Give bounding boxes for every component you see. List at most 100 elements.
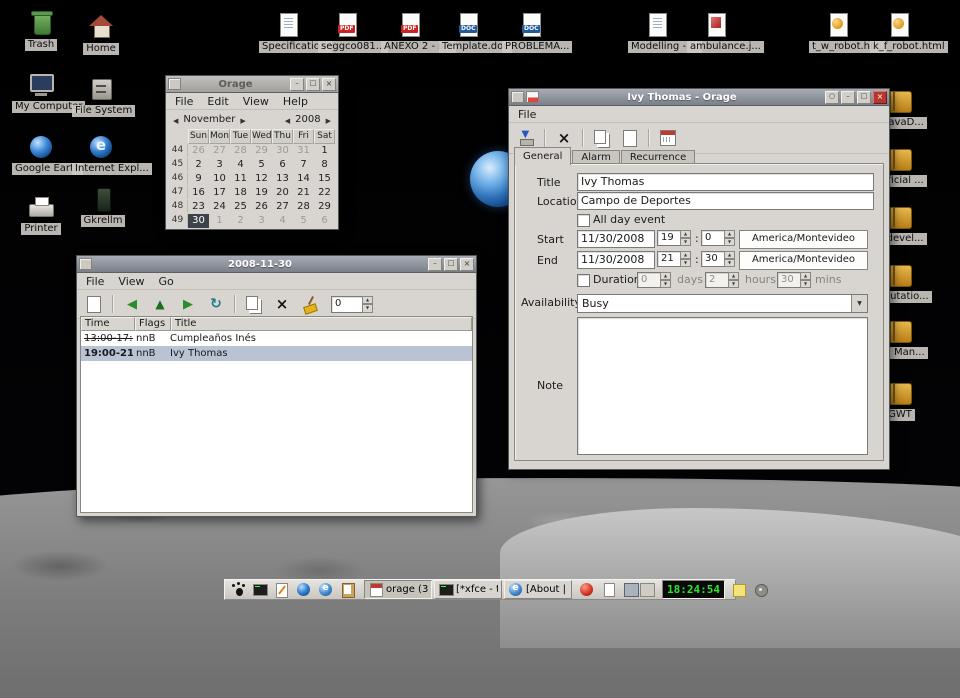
duration-hours-spinner[interactable]: 2 (705, 272, 739, 288)
terminal-button[interactable] (250, 581, 270, 599)
minimize-button[interactable] (290, 78, 304, 91)
calendar-day-18[interactable]: 18 (230, 186, 251, 200)
spin-up-icon[interactable] (660, 272, 671, 280)
task-button-about-pi[interactable]: [About | Pi... (504, 580, 572, 599)
desktop-icon-modelling[interactable]: Modelling - ... (628, 12, 686, 57)
dropdown-arrow-icon[interactable] (851, 295, 867, 312)
task-button-xfce-the[interactable]: [*xfce - the... (434, 580, 502, 599)
tab-general[interactable]: General (514, 147, 571, 165)
close-button[interactable] (873, 91, 887, 104)
calendar-day-19[interactable]: 19 (251, 186, 272, 200)
spin-up-icon[interactable] (724, 230, 735, 238)
desktop-icon-specificatio[interactable]: Specificatio... (259, 12, 317, 57)
spin-up-icon[interactable] (680, 230, 691, 238)
menu-edit[interactable]: Edit (200, 95, 235, 108)
plugin-button[interactable] (751, 581, 771, 599)
desktop-icon-t-w-robot-ht[interactable]: t_w_robot.ht... (809, 12, 867, 57)
copy-button[interactable] (241, 292, 267, 316)
previous-day-button[interactable] (119, 292, 145, 316)
desktop-icon-home[interactable]: Home (72, 14, 130, 59)
calendar-day-8[interactable]: 8 (314, 158, 335, 172)
spin-down-icon[interactable] (362, 304, 373, 313)
desktop-icon-template-doc[interactable]: Template.doc (439, 12, 497, 57)
calendar-day-27[interactable]: 27 (209, 144, 230, 158)
column-header-flags[interactable]: Flags (135, 317, 171, 331)
calendar-day-21[interactable]: 21 (293, 186, 314, 200)
calendar-day-25[interactable]: 25 (230, 200, 251, 214)
minimize-button[interactable] (428, 258, 442, 271)
desktop-icon-ambulance-j[interactable]: ambulance.j... (687, 12, 745, 57)
calendar-day-31[interactable]: 31 (293, 144, 314, 158)
extra-days-spinner[interactable]: 0 (331, 296, 373, 313)
desktop-icon-trash[interactable]: Trash (12, 10, 70, 55)
spin-down-icon[interactable] (724, 238, 735, 246)
calendar-day-5[interactable]: 5 (293, 214, 314, 228)
refresh-button[interactable] (203, 292, 229, 316)
desktop-icon-seggco081[interactable]: seggco081... (318, 12, 376, 57)
desktop-icon-gkrellm[interactable]: Gkrellm (74, 186, 132, 231)
spin-up-icon[interactable] (800, 272, 811, 280)
minimize-button[interactable] (841, 91, 855, 104)
start-minute-spinner[interactable]: 0 (701, 230, 735, 246)
column-header-title[interactable]: Title (171, 317, 472, 331)
calendar-day-26[interactable]: 26 (188, 144, 209, 158)
browser-button[interactable] (316, 581, 336, 599)
calendar-day-13[interactable]: 13 (272, 172, 293, 186)
spin-up-icon[interactable] (724, 251, 735, 259)
calendar-day-27[interactable]: 27 (272, 200, 293, 214)
end-minute-spinner[interactable]: 30 (701, 251, 735, 267)
calendar-day-29[interactable]: 29 (314, 200, 335, 214)
spin-down-icon[interactable] (724, 259, 735, 267)
calendar-day-4[interactable]: 4 (272, 214, 293, 228)
location-input[interactable]: Campo de Deportes (577, 192, 874, 210)
calendar-day-10[interactable]: 10 (209, 172, 230, 186)
calendar-day-15[interactable]: 15 (314, 172, 335, 186)
next-month-icon[interactable] (240, 113, 245, 126)
calendar-day-4[interactable]: 4 (230, 158, 251, 172)
editor-button[interactable] (272, 581, 292, 599)
calendar-day-28[interactable]: 28 (230, 144, 251, 158)
calendar-day-22[interactable]: 22 (314, 186, 335, 200)
clipboard-button[interactable] (338, 581, 358, 599)
menu-file[interactable]: File (511, 108, 543, 121)
allday-checkbox[interactable] (577, 214, 590, 227)
availability-select[interactable]: Busy (577, 294, 868, 313)
desktop-icon-printer[interactable]: Printer (12, 194, 70, 239)
sticky-button[interactable] (825, 91, 839, 104)
duration-days-spinner[interactable]: 0 (637, 272, 671, 288)
calendar-day-1[interactable]: 1 (209, 214, 230, 228)
spin-up-icon[interactable] (728, 272, 739, 280)
next-day-button[interactable] (175, 292, 201, 316)
spin-down-icon[interactable] (728, 280, 739, 288)
end-timezone-button[interactable]: America/Montevideo (739, 251, 868, 270)
title-input[interactable]: Ivy Thomas (577, 173, 874, 191)
workspace-1[interactable] (624, 583, 639, 597)
spin-down-icon[interactable] (680, 259, 691, 267)
appointment-titlebar[interactable]: Ivy Thomas - Orage (509, 89, 889, 106)
calendar-day-6[interactable]: 6 (314, 214, 335, 228)
calendar-day-9[interactable]: 9 (188, 172, 209, 186)
workspace-2[interactable] (640, 583, 655, 597)
calendar-day-5[interactable]: 5 (251, 158, 272, 172)
duration-checkbox[interactable] (577, 274, 590, 287)
desktop-icon-k-f-robot-html[interactable]: k_f_robot.html (870, 12, 928, 57)
maximize-button[interactable] (444, 258, 458, 271)
desktop-icon-file-system[interactable]: File System (72, 76, 130, 121)
menu-view[interactable]: View (236, 95, 276, 108)
calendar-day-7[interactable]: 7 (293, 158, 314, 172)
duration-mins-spinner[interactable]: 30 (777, 272, 811, 288)
calendar-day-23[interactable]: 23 (188, 200, 209, 214)
desktop-icon-google-earth[interactable]: Google Earth (12, 134, 70, 179)
calendar-day-26[interactable]: 26 (251, 200, 272, 214)
calendar-day-16[interactable]: 16 (188, 186, 209, 200)
calendar-day-28[interactable]: 28 (293, 200, 314, 214)
opera-button[interactable] (577, 581, 597, 599)
spin-up-icon[interactable] (680, 251, 691, 259)
menu-file[interactable]: File (79, 275, 111, 288)
calendar-day-29[interactable]: 29 (251, 144, 272, 158)
daylist-titlebar[interactable]: 2008-11-30 (77, 256, 476, 273)
calendar-day-12[interactable]: 12 (251, 172, 272, 186)
calendar-day-6[interactable]: 6 (272, 158, 293, 172)
calendar-day-3[interactable]: 3 (251, 214, 272, 228)
calendar-day-30[interactable]: 30 (188, 214, 209, 228)
